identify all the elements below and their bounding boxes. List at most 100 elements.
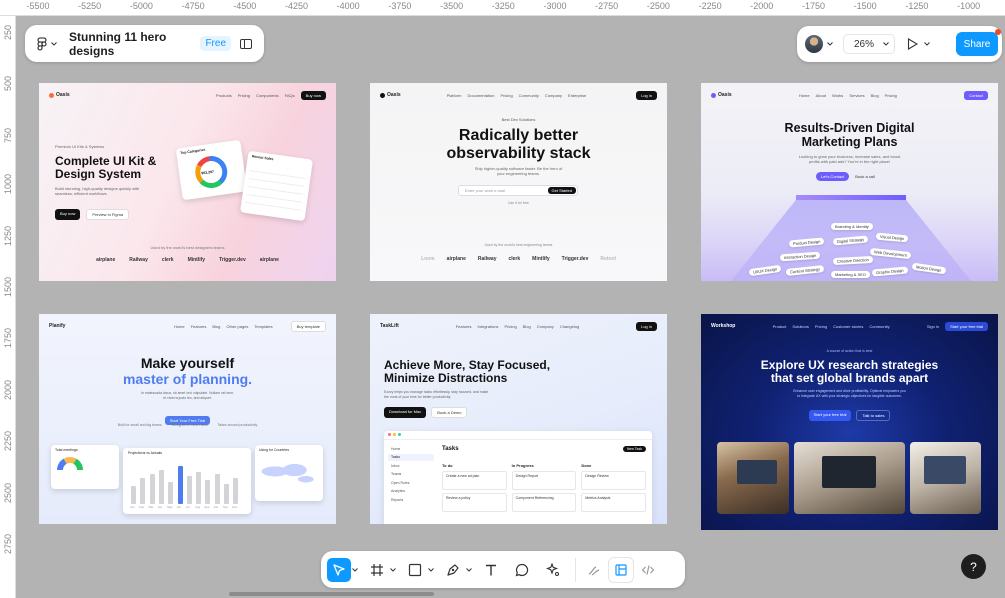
ruler-label: 2500 (3, 482, 13, 503)
hero-subtitle: Ezzzy helps you manage tasks effortlessl… (384, 390, 489, 399)
chevron-down-icon[interactable] (924, 42, 930, 46)
logo-row: Loom airplane Railway clerk Mintlify Trigger.… (421, 256, 616, 262)
frame-hero-marketing[interactable]: Oasis Home About Works Services Blog Pricing … (701, 83, 998, 281)
ruler-label: -5250 (78, 1, 102, 11)
month-label: May (167, 505, 173, 509)
bar (205, 480, 211, 504)
app-mockup: Home Tasks Inbox Teams Open Roles Analytics Re… (384, 431, 652, 524)
nav-bar: Oasis Home About Works Services Blog Pricing … (701, 89, 998, 101)
trusted-by-text: Used by the world's best designers teams (150, 245, 225, 250)
design-mode-icon[interactable] (609, 557, 633, 582)
download-mac-button: Download for Mac (384, 407, 427, 418)
free-note: Use it for free (507, 201, 529, 205)
sidebar-panel-icon[interactable] (240, 38, 252, 49)
dev-mode-icon[interactable] (636, 558, 660, 582)
share-button[interactable]: Share (956, 29, 1001, 56)
frame-tool-icon[interactable] (365, 558, 389, 582)
ruler-label: -4000 (336, 1, 360, 11)
photo-workspace-2 (910, 442, 981, 514)
file-header-panel: Stunning 11 hero designs Free (25, 25, 264, 62)
ruler-label: -1500 (853, 1, 877, 11)
ruler-label: 1000 (3, 174, 13, 195)
hero-title: Results-Driven Digital Marketing Plans (784, 121, 915, 149)
move-tool-icon[interactable] (327, 557, 351, 582)
eyebrow: Best Dev Solutions (501, 117, 536, 122)
nav-cta: Log in (636, 90, 657, 100)
chevron-down-icon[interactable] (465, 567, 473, 572)
chevron-down-icon[interactable] (827, 42, 833, 46)
funnel-top (796, 195, 906, 200)
ruler-label: -3750 (388, 1, 412, 11)
widget-total-meetings: Total meetings (51, 445, 119, 489)
pen-tool-icon[interactable] (441, 558, 465, 582)
nav-cta: Contact (964, 90, 988, 100)
frame-hero-planify[interactable]: Planify Home Features Blog Other pages Templ… (39, 314, 336, 524)
month-label: Apr (157, 505, 163, 509)
brand-logo: TaskLift (380, 323, 399, 329)
ruler-label: -1000 (957, 1, 981, 11)
hero-subtitle: In malesuada lacus, sit amet orci vulput… (141, 391, 234, 400)
app-sidebar-item: Reports (391, 497, 404, 502)
ruler-label: -4500 (233, 1, 257, 11)
eyebrow: Premium UI Kits & Systems (55, 144, 105, 149)
hero-title: Radically better observability stack (446, 127, 591, 162)
task-card: Review a policy (442, 493, 507, 512)
frame-hero-observability[interactable]: Oasis Platform Documentation Pricing Commun… (370, 83, 667, 281)
buy-now-button: Buy now (55, 209, 81, 220)
eyebrow: A course of action that is best (826, 349, 873, 353)
bar (186, 476, 192, 504)
bar (149, 474, 155, 504)
figma-logo-icon[interactable] (37, 36, 57, 51)
book-call-link: Book a call (855, 174, 875, 179)
file-name[interactable]: Stunning 11 hero designs (69, 30, 193, 58)
ruler-label: 2250 (3, 431, 13, 452)
preview-button: Preview in Figma (86, 209, 130, 220)
month-label: Nov (223, 505, 228, 509)
ruler-label: -5000 (129, 1, 153, 11)
ruler-label: -3000 (543, 1, 567, 11)
ruler-label: -2250 (698, 1, 722, 11)
rectangle-tool-icon[interactable] (403, 558, 427, 582)
frame-hero-oasis-ui-kit[interactable]: Oasis Products Pricing Components FAQs Buy n… (39, 83, 336, 281)
photo-laptop (794, 442, 905, 514)
chevron-down-icon[interactable] (351, 567, 359, 572)
frame-hero-workshop[interactable]: Workshop Product Solutions Pricing Customer… (701, 314, 998, 530)
ruler-label: 1250 (3, 225, 13, 246)
bar (214, 474, 220, 504)
hero-subtitle: Ship higher-quality software faster. Be … (474, 166, 563, 176)
hero-subtitle: Build stunning, high-quality designs qui… (55, 186, 140, 196)
brand-logo: Oasis (711, 92, 732, 98)
play-icon[interactable] (907, 38, 918, 50)
frame-hero-tasklift[interactable]: TaskLift Features Integrations Pricing Blog… (370, 314, 667, 524)
ruler-label: -3250 (491, 1, 515, 11)
bar (177, 466, 183, 504)
month-label: Jan (130, 505, 135, 509)
talk-sales-button: Talk to sales (856, 410, 891, 421)
horizontal-ruler: -5500 -5250 -5000 -4750 -4500 -4250 -4000 -3750… (0, 0, 1005, 16)
ruler-label: -3500 (440, 1, 464, 11)
text-tool-icon[interactable] (479, 558, 503, 582)
bar (140, 478, 146, 504)
ruler-label: 250 (3, 24, 13, 40)
nav-cta: Start your free trial (945, 321, 988, 331)
service-tag: Branding & Identity (831, 223, 873, 230)
avatar[interactable] (805, 35, 823, 53)
chevron-down-icon[interactable] (389, 567, 397, 572)
zoom-dropdown[interactable]: 26% (843, 34, 895, 54)
ruler-label: 750 (3, 127, 13, 143)
actions-sparkle-icon[interactable] (541, 558, 565, 582)
draw-tool-icon[interactable] (582, 558, 606, 582)
nav-bar: Planify Home Features Blog Other pages Templ… (39, 320, 336, 332)
ruler-label: 500 (3, 76, 13, 92)
app-sidebar-item: Teams (391, 472, 402, 476)
plan-badge[interactable]: Free (200, 36, 231, 51)
comment-tool-icon[interactable] (510, 558, 534, 582)
book-demo-button: Book a Demo (431, 407, 468, 418)
nav-cta: Buy now (300, 90, 326, 100)
help-button[interactable]: ? (961, 554, 986, 579)
chevron-down-icon[interactable] (427, 567, 435, 572)
ruler-label: 1500 (3, 276, 13, 297)
app-sidebar-item: Open Roles (391, 480, 410, 485)
horizontal-scrollbar[interactable] (229, 592, 434, 596)
service-tag: Marketing & SEO (831, 271, 870, 278)
